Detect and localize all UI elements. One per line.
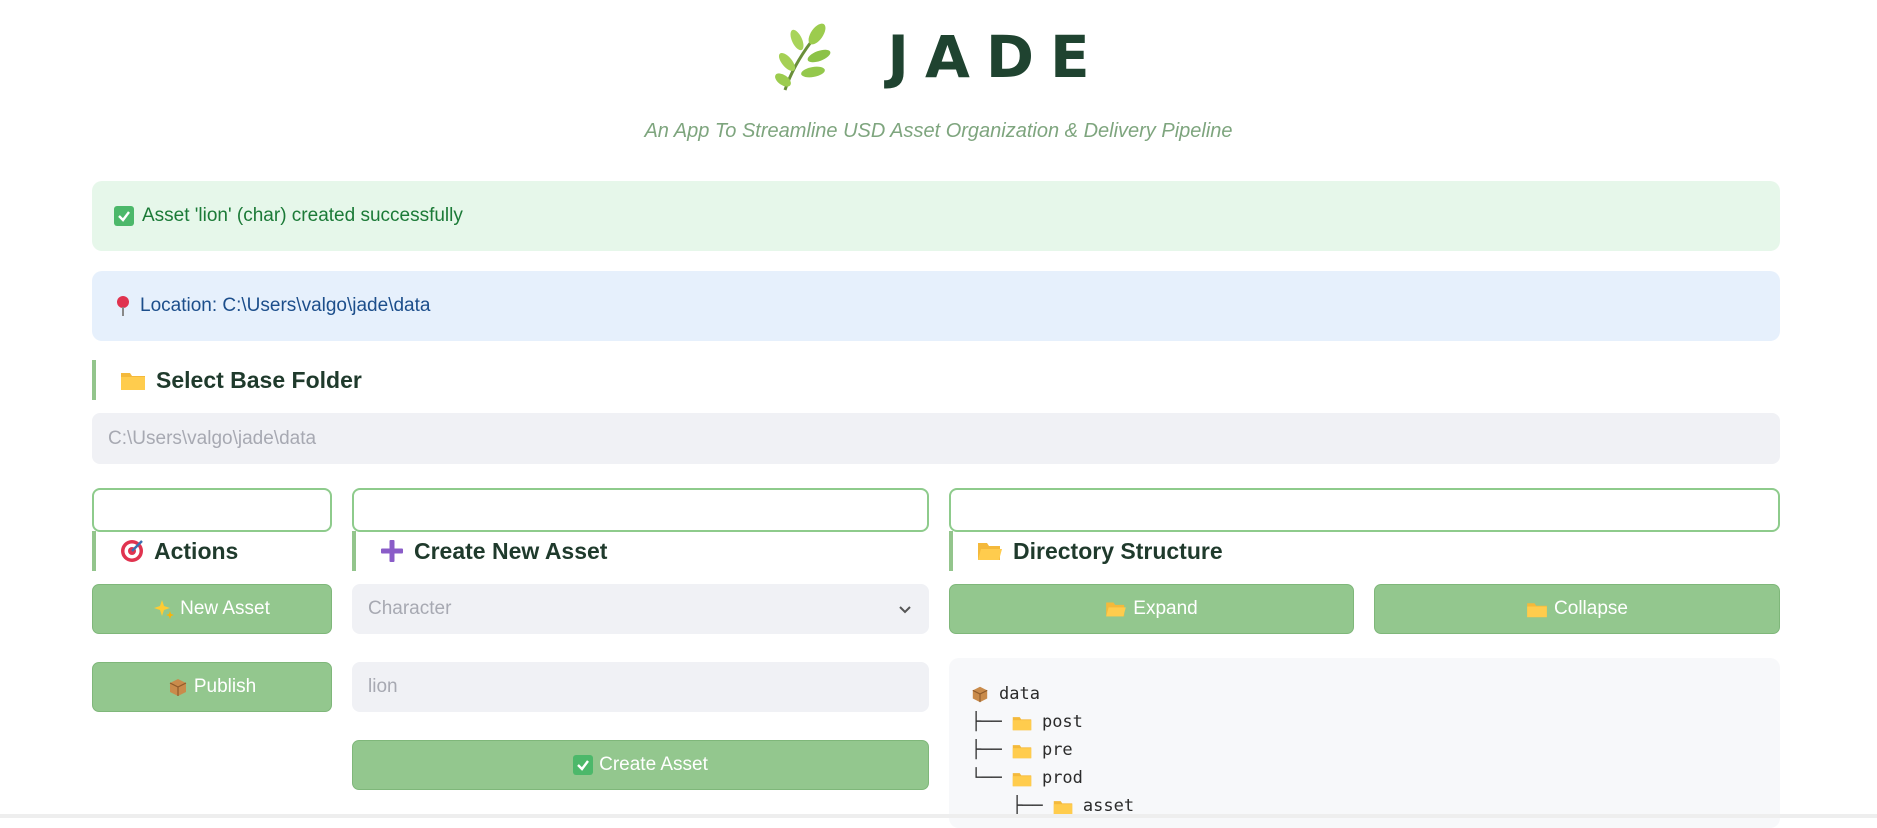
directory-tree: data ├── post ├── pre └── prod ├── asset — [949, 658, 1780, 828]
asset-name-placeholder: lion — [368, 676, 398, 697]
package-icon — [168, 677, 188, 697]
open-folder-icon — [1105, 600, 1127, 618]
tree-item-post[interactable]: ├── post — [971, 708, 1780, 736]
base-folder-input-placeholder: C:\Users\valgo\jade\data — [108, 427, 317, 449]
tree-item-data[interactable]: data — [971, 680, 1780, 708]
expand-button-label: Expand — [1133, 598, 1198, 619]
page-bottom-divider — [0, 814, 1877, 818]
folder-icon — [120, 369, 146, 391]
asset-type-select[interactable]: Character — [352, 584, 929, 634]
actions-heading-text: Actions — [154, 537, 239, 564]
base-folder-heading: Select Base Folder — [92, 360, 492, 400]
check-box-icon — [573, 755, 594, 775]
pushpin-icon — [114, 295, 132, 317]
folder-icon — [1053, 798, 1073, 815]
create-asset-button-label: Create Asset — [599, 754, 708, 775]
success-alert: Asset 'lion' (char) created successfully — [92, 181, 1780, 251]
open-folder-icon — [977, 540, 1003, 562]
directory-heading: Directory Structure — [949, 531, 1780, 571]
actions-top-input[interactable] — [92, 488, 332, 532]
directory-top-input[interactable] — [949, 488, 1780, 532]
folder-icon — [1012, 742, 1032, 759]
collapse-button[interactable]: Collapse — [1374, 584, 1780, 634]
app-title: JADE — [887, 23, 1106, 91]
publish-button-label: Publish — [193, 676, 257, 697]
sparkles-icon — [154, 599, 175, 619]
create-asset-top-input[interactable] — [352, 488, 929, 532]
chevron-down-icon — [897, 601, 913, 623]
asset-type-selected: Character — [368, 598, 452, 619]
check-box-icon — [114, 206, 134, 226]
actions-heading: Actions — [92, 531, 332, 571]
base-folder-input[interactable]: C:\Users\valgo\jade\data — [92, 413, 1780, 464]
create-asset-button[interactable]: Create Asset — [352, 740, 929, 790]
location-alert-text: Location: C:\Users\valgo\jade\data — [140, 295, 431, 316]
app-subtitle: An App To Streamline USD Asset Organizat… — [644, 120, 1233, 142]
location-alert: Location: C:\Users\valgo\jade\data — [92, 271, 1780, 341]
publish-button[interactable]: Publish — [92, 662, 332, 712]
create-asset-heading-text: Create New Asset — [414, 537, 608, 564]
tree-item-prod[interactable]: └── prod — [971, 764, 1780, 792]
create-asset-heading: Create New Asset — [352, 531, 929, 571]
tree-item-pre[interactable]: ├── pre — [971, 736, 1780, 764]
folder-icon — [1526, 600, 1548, 618]
folder-icon — [1012, 770, 1032, 787]
new-asset-button-label: New Asset — [180, 598, 270, 619]
base-folder-heading-text: Select Base Folder — [156, 366, 362, 393]
asset-name-input[interactable]: lion — [352, 662, 929, 712]
leaf-sprig-icon — [775, 23, 831, 91]
directory-heading-text: Directory Structure — [1013, 537, 1223, 564]
folder-icon — [1012, 714, 1032, 731]
target-icon — [120, 539, 144, 563]
package-icon — [971, 685, 989, 703]
expand-button[interactable]: Expand — [949, 584, 1354, 634]
success-alert-text: Asset 'lion' (char) created successfully — [142, 205, 463, 226]
app-header: JADE — [0, 18, 1877, 96]
collapse-button-label: Collapse — [1554, 598, 1628, 619]
new-asset-button[interactable]: New Asset — [92, 584, 332, 634]
plus-icon — [380, 539, 404, 563]
